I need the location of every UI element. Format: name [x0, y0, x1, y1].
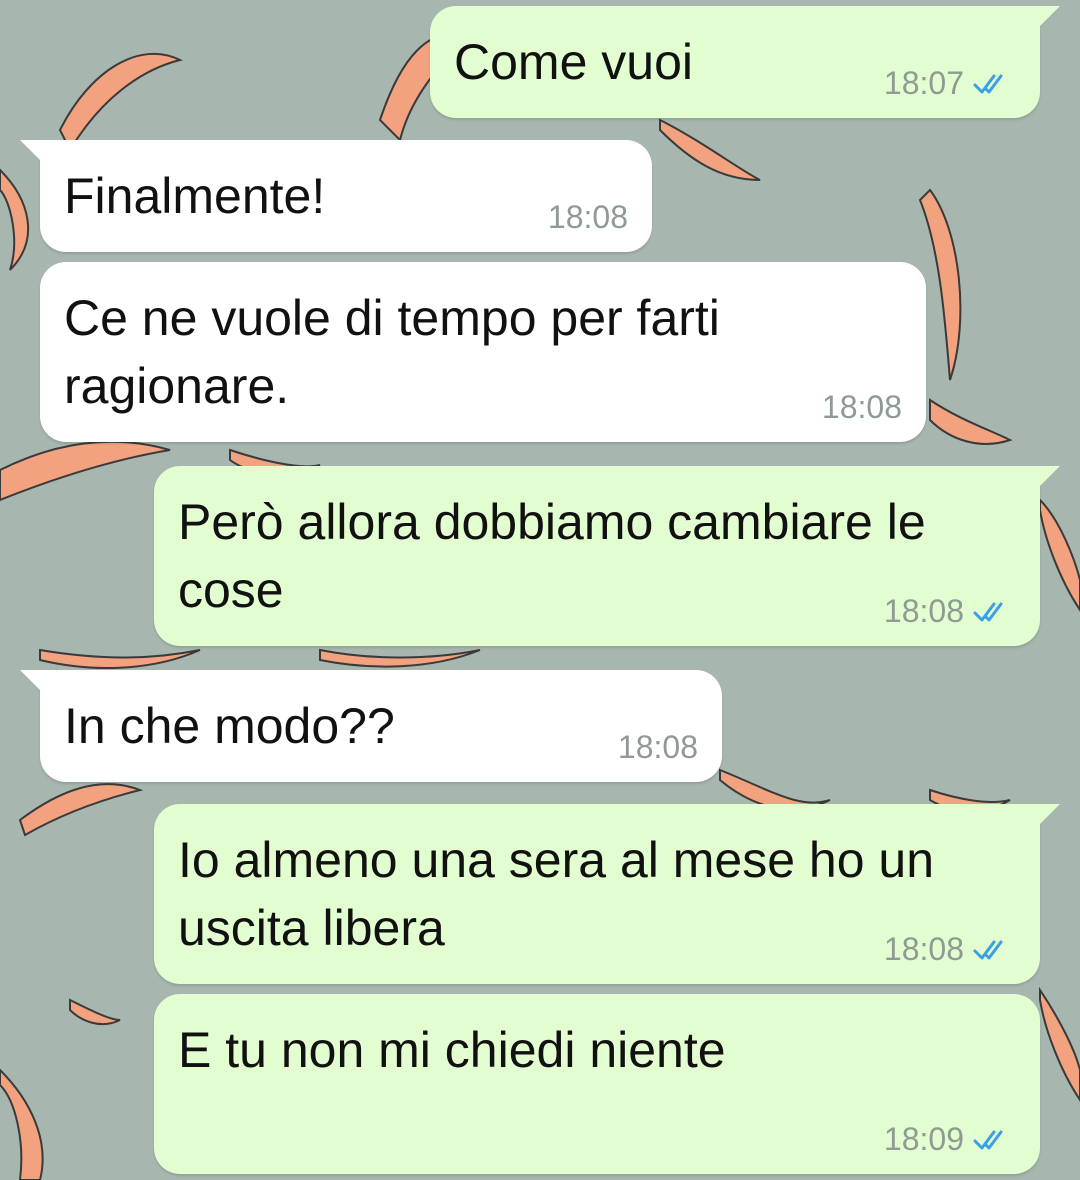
read-ticks-icon	[973, 940, 1003, 959]
message-text: In che modo??	[64, 698, 395, 754]
message-incoming[interactable]: Finalmente! 18:08	[20, 140, 652, 252]
message-text: Ce ne vuole di tempo per farti ragionare…	[64, 290, 734, 414]
read-ticks-icon	[973, 1130, 1003, 1149]
bubble-tail	[20, 670, 42, 692]
chat-thread[interactable]: Come vuoi 18:07 Finalmente! 18:08 Ce ne …	[0, 0, 1080, 1180]
message-meta: 18:09	[884, 1121, 1016, 1158]
message-time: 18:08	[617, 729, 698, 765]
message-text: Finalmente!	[64, 168, 326, 224]
message-meta: 18:08	[618, 729, 698, 766]
bubble-tail	[1038, 804, 1060, 826]
bubble-tail	[1038, 466, 1060, 488]
read-ticks-icon	[973, 74, 1003, 93]
message-time: 18:08	[883, 931, 964, 967]
bubble-tail	[1038, 6, 1060, 28]
message-time: 18:08	[821, 389, 902, 425]
message-meta: 18:07	[884, 65, 1016, 102]
message-outgoing[interactable]: Io almeno una sera al mese ho un uscita …	[154, 804, 1060, 984]
message-time: 18:08	[547, 199, 628, 235]
message-incoming[interactable]: Ce ne vuole di tempo per farti ragionare…	[40, 262, 926, 442]
message-time: 18:08	[883, 593, 964, 629]
message-outgoing[interactable]: E tu non mi chiedi niente 18:09	[154, 994, 1040, 1174]
message-meta: 18:08	[884, 593, 1016, 630]
message-meta: 18:08	[884, 931, 1016, 968]
message-time: 18:07	[883, 65, 964, 101]
message-incoming[interactable]: In che modo?? 18:08	[20, 670, 722, 782]
read-ticks-icon	[973, 602, 1003, 621]
message-outgoing[interactable]: Però allora dobbiamo cambiare le cose 18…	[154, 466, 1060, 646]
message-text: E tu non mi chiedi niente	[178, 1022, 726, 1078]
message-time: 18:09	[883, 1121, 964, 1157]
message-meta: 18:08	[548, 199, 628, 236]
message-meta: 18:08	[822, 389, 902, 426]
message-outgoing[interactable]: Come vuoi 18:07	[430, 6, 1060, 118]
bubble-tail	[20, 140, 42, 162]
